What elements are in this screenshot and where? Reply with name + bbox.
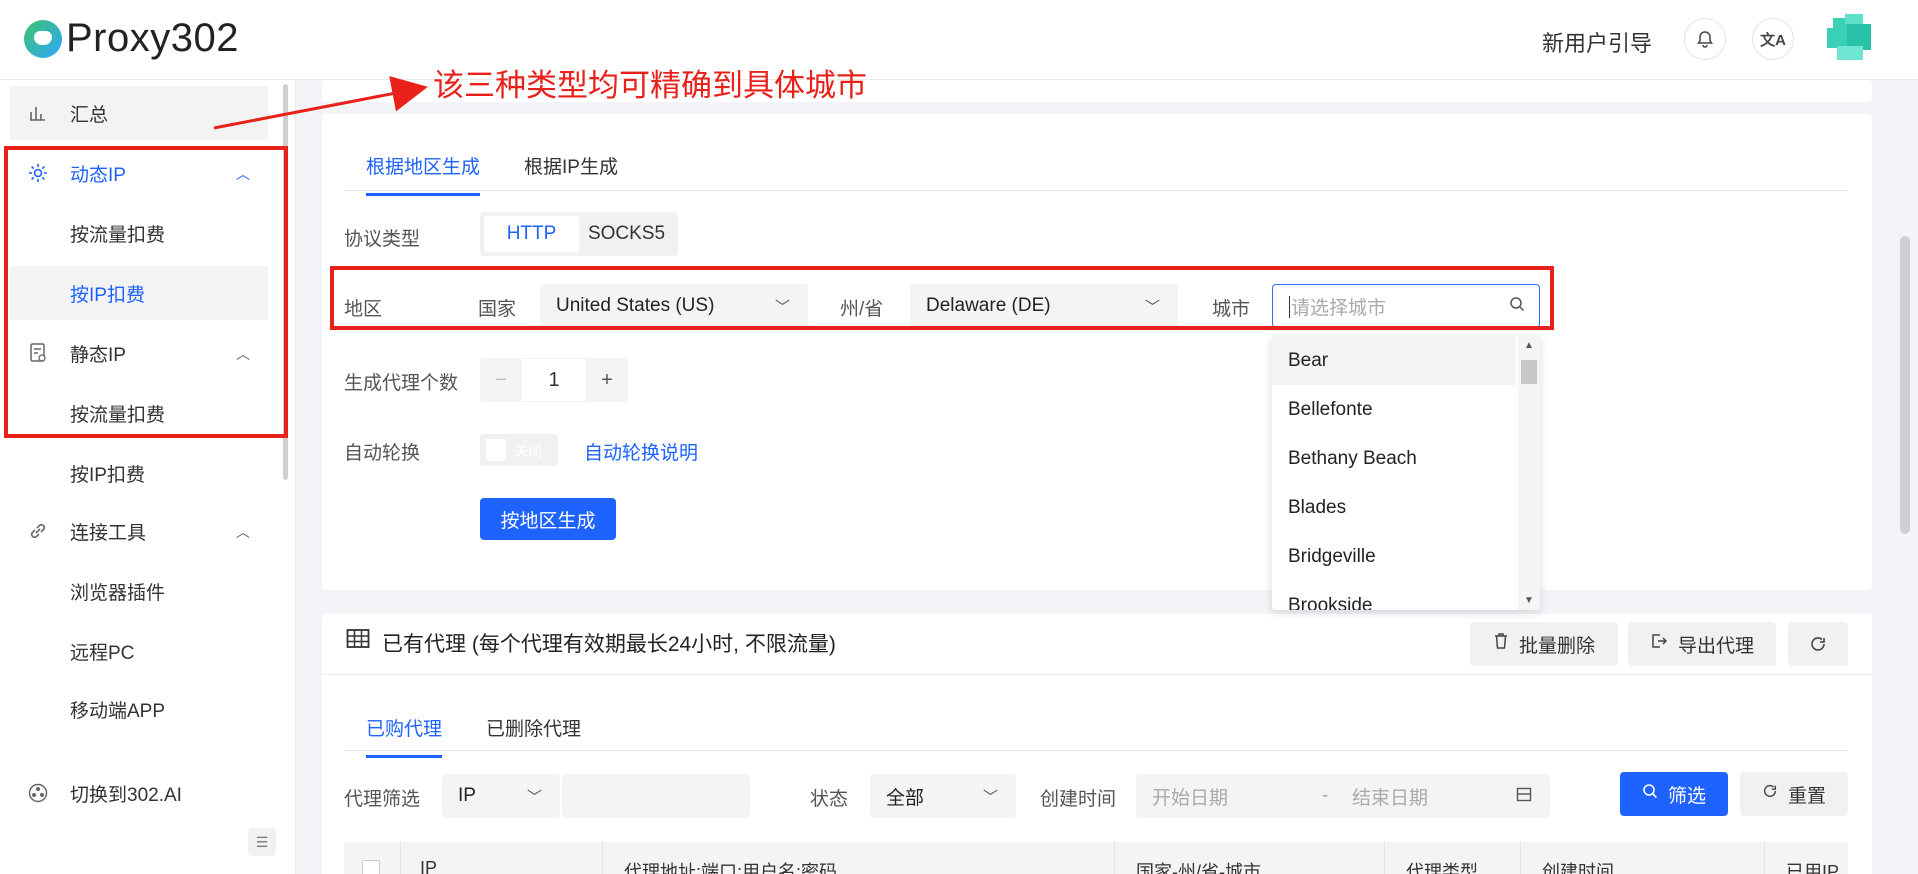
annotation-arrow-icon	[213, 75, 428, 130]
